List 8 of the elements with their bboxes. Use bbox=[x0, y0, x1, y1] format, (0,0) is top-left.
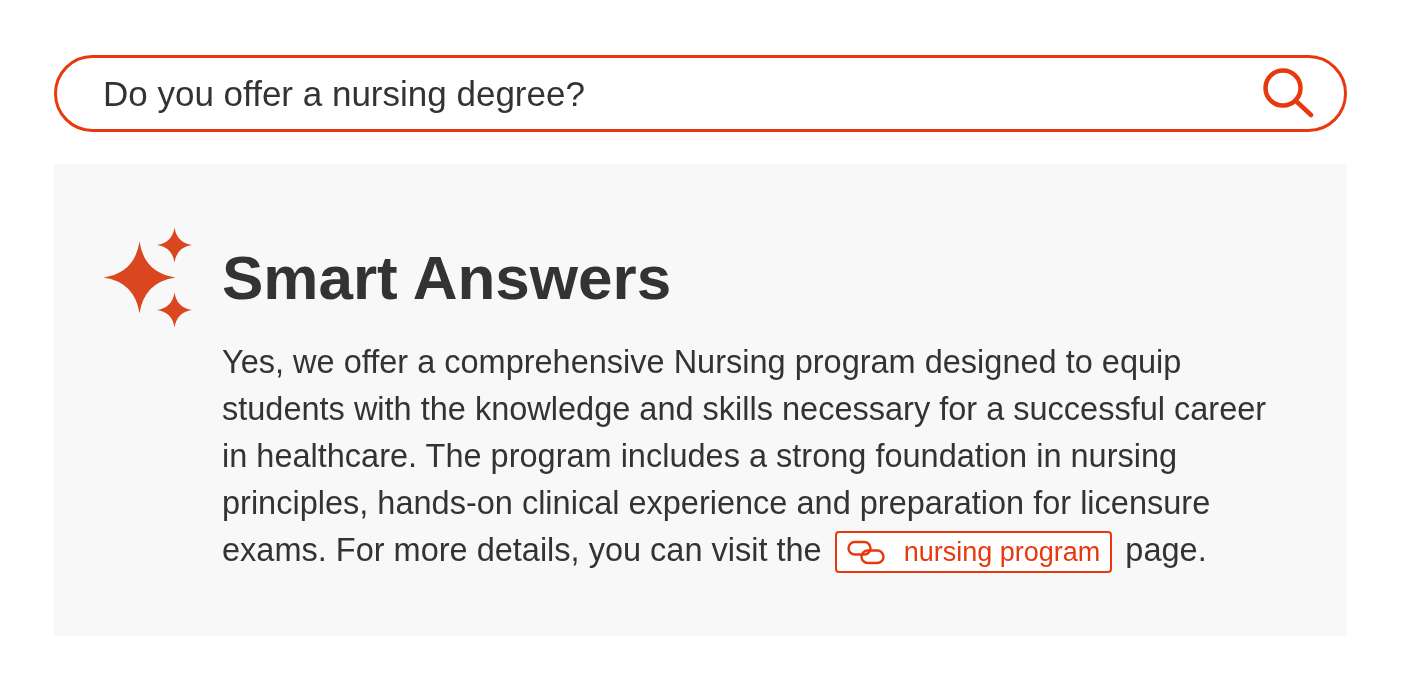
search-icon bbox=[1263, 68, 1314, 118]
nursing-program-link[interactable]: nursing program bbox=[834, 531, 1113, 574]
answer-text: Yes, we offer a comprehensive Nursing program designed to equip students with the knowledge and skills necessary for a successful career in healthcare. The program includes a strong foundation in nursing principles, hands-on clinical experience and preparation for licensure exams. For more details, you can visit the nursing program page. bbox=[222, 339, 1284, 574]
sparkle-icon bbox=[103, 227, 192, 328]
link-icon bbox=[846, 539, 885, 565]
answer-title: Smart Answers bbox=[222, 242, 672, 314]
search-field[interactable]: Do you offer a nursing degree? bbox=[54, 55, 1347, 132]
search-button[interactable] bbox=[1263, 68, 1314, 118]
